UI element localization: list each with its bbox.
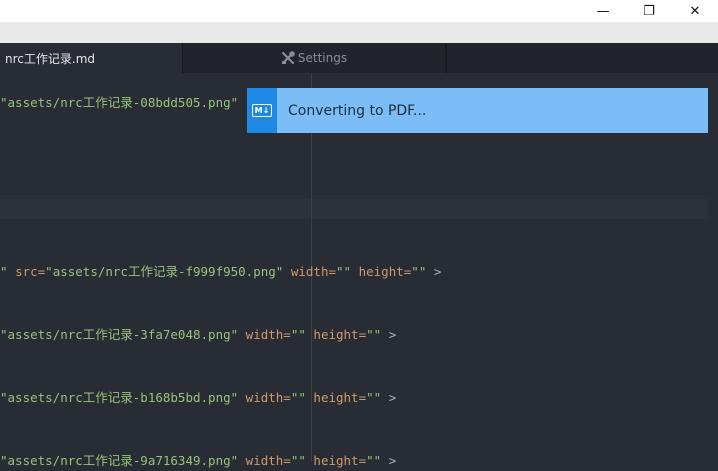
code-line: "assets/nrc工作记录-9a716349.png" width="" h… — [0, 453, 397, 468]
tab-markdown-file[interactable]: nrc工作记录.md — [0, 43, 182, 73]
markdown-icon: M↓ — [252, 104, 272, 117]
restore-icon: ❐ — [643, 3, 655, 19]
tab-bar: nrc工作记录.md Settings — [0, 43, 718, 73]
restore-button[interactable]: ❐ — [626, 0, 672, 22]
tab-label: nrc工作记录.md — [5, 51, 95, 66]
minimize-button[interactable]: — — [580, 0, 626, 22]
minimize-icon: — — [596, 3, 610, 19]
notification-icon-area: M↓ — [247, 88, 277, 133]
code-line: "assets/nrc工作记录-08bdd505.png" — [0, 95, 239, 110]
pdf-conversion-notification[interactable]: M↓ Converting to PDF... — [247, 88, 708, 133]
window-title-bar: — ❐ ✕ — [0, 0, 718, 22]
tab-settings[interactable]: Settings — [182, 43, 446, 73]
tab-label: Settings — [297, 51, 348, 65]
tab-bar-empty-area — [446, 43, 718, 73]
code-line: " src="assets/nrc工作记录-f999f950.png" widt… — [0, 264, 442, 279]
tools-icon — [281, 51, 295, 64]
current-line-highlight — [0, 199, 708, 219]
close-icon: ✕ — [689, 3, 701, 19]
code-line: "assets/nrc工作记录-b168b5bd.png" width="" h… — [0, 390, 397, 405]
notification-message: Converting to PDF... — [288, 102, 427, 119]
menu-strip — [0, 22, 718, 43]
close-button[interactable]: ✕ — [672, 0, 718, 22]
editor-scrollbar[interactable] — [708, 73, 718, 462]
code-line: "assets/nrc工作记录-3fa7e048.png" width="" h… — [0, 327, 397, 342]
